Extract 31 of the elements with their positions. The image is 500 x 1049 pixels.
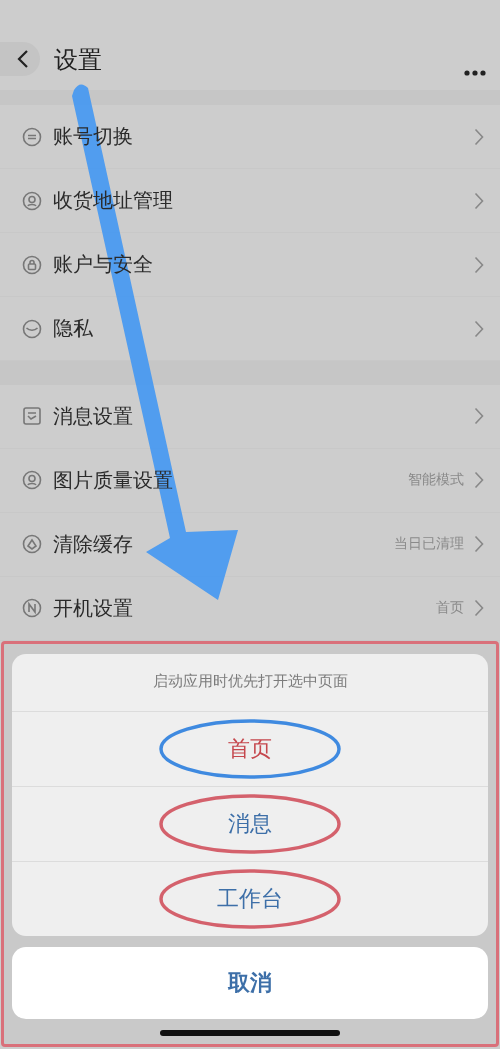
cancel-button[interactable]: 取消	[12, 947, 488, 1019]
setting-icon	[22, 126, 42, 147]
setting-icon	[22, 470, 42, 491]
sheet-option[interactable]: 消息	[224, 805, 276, 843]
setting-value: 首页	[436, 599, 464, 618]
setting-value: 当日已清理	[394, 535, 464, 554]
chevron-icon	[474, 255, 484, 274]
back-button[interactable]	[0, 41, 40, 76]
back-icon	[17, 48, 29, 69]
setting-icon	[22, 534, 42, 555]
chevron-icon	[474, 191, 484, 210]
chevron-icon	[474, 407, 484, 426]
chevron-icon	[474, 471, 484, 490]
sheet-option[interactable]: 首页	[224, 730, 276, 768]
setting-label: 消息设置	[53, 402, 133, 430]
chevron-icon	[474, 127, 484, 146]
chevron-icon	[474, 319, 484, 338]
setting-label: 隐私	[53, 315, 93, 343]
setting-icon	[22, 406, 42, 427]
more-icon[interactable]	[464, 69, 486, 76]
setting-label: 清除缓存	[53, 530, 133, 558]
chevron-icon	[474, 599, 484, 618]
page-title: 设置	[54, 44, 103, 76]
setting-label: 开机设置	[53, 594, 133, 622]
setting-icon	[22, 254, 42, 275]
setting-icon	[22, 190, 42, 211]
setting-value: 智能模式	[408, 471, 464, 490]
sheet-prompt: 启动应用时优先打开选中页面	[12, 654, 488, 712]
setting-icon	[22, 318, 42, 339]
chevron-icon	[474, 535, 484, 554]
setting-icon	[22, 598, 42, 619]
